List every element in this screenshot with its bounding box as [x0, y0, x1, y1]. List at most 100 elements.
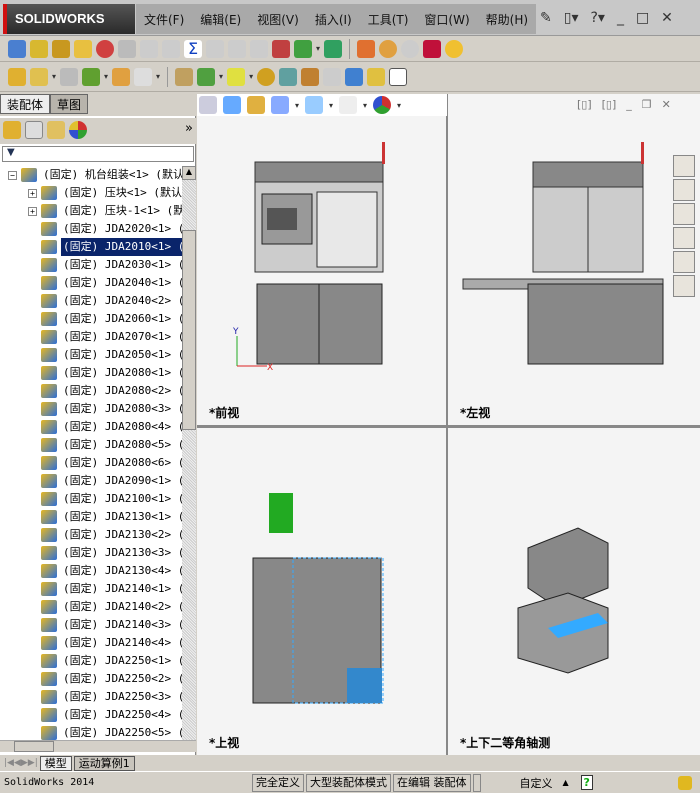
new-document-icon[interactable]: ▯▾	[564, 10, 579, 26]
new-part-icon[interactable]	[30, 67, 48, 86]
help-icon[interactable]: ?▾	[590, 10, 604, 26]
tree-item[interactable]: (固定) JDA2130<4> (	[0, 562, 182, 580]
menu-tools[interactable]: 工具(T)	[360, 11, 417, 28]
expand-toggle-icon[interactable]: +	[28, 188, 37, 198]
compare-icon[interactable]	[272, 39, 290, 58]
tab-motion-study[interactable]: 运动算例1	[73, 755, 135, 771]
tree-item[interactable]: (固定) JDA2250<5> (	[0, 724, 182, 740]
show-hidden-icon[interactable]	[175, 67, 194, 86]
expand-toggle-icon[interactable]: −	[8, 170, 17, 180]
tree-item[interactable]: (固定) JDA2040<1> (	[0, 274, 182, 292]
menu-file[interactable]: 文件(F)	[136, 11, 192, 28]
new-motion-study-icon[interactable]	[257, 67, 276, 86]
zoom-to-fit-icon[interactable]	[199, 96, 217, 114]
move-component-icon[interactable]	[134, 67, 153, 86]
color-icon[interactable]	[423, 39, 442, 58]
tree-item[interactable]: (固定) JDA2130<2> (	[0, 526, 182, 544]
close-button[interactable]: ✕	[661, 10, 673, 26]
tree-item[interactable]: (固定) JDA2030<1> (	[0, 256, 182, 274]
appearances-icon[interactable]	[673, 251, 695, 273]
tab-sketch[interactable]: 草图	[50, 94, 89, 114]
view-orientation-icon[interactable]	[271, 96, 289, 114]
viewport-restore-icon[interactable]: ❐	[642, 98, 652, 111]
mate-icon[interactable]	[60, 67, 79, 86]
tree-item[interactable]: (固定) JDA2100<1> (	[0, 490, 182, 508]
assembly-features-icon[interactable]	[197, 67, 216, 86]
tree-horizontal-scrollbar[interactable]	[0, 740, 196, 752]
bill-of-materials-icon[interactable]	[279, 67, 298, 86]
tree-item[interactable]: + (固定) 压块-1<1> (默	[0, 202, 182, 220]
update-speedpak-icon[interactable]	[367, 67, 386, 86]
expand-toggle-icon[interactable]: +	[28, 206, 37, 216]
tree-item[interactable]: (固定) JDA2250<3> (	[0, 688, 182, 706]
viewport-close-icon[interactable]: ✕	[662, 98, 671, 111]
viewport-isometric[interactable]: *上下二等角轴测	[448, 428, 700, 755]
property-manager-icon[interactable]	[25, 121, 43, 139]
check-entity-icon[interactable]	[294, 39, 312, 58]
mass-properties-icon[interactable]	[52, 39, 70, 58]
render-icon[interactable]	[445, 39, 464, 58]
tree-item[interactable]: (固定) JDA2130<3> (	[0, 544, 182, 562]
viewport-front[interactable]: Y X *前视	[197, 94, 446, 425]
analysis-icon[interactable]	[357, 39, 376, 58]
pin-icon[interactable]: ✎	[540, 10, 552, 26]
tree-item[interactable]: (固定) JDA2080<5> (	[0, 436, 182, 454]
tree-item[interactable]: (固定) JDA2080<4> (	[0, 418, 182, 436]
menu-help[interactable]: 帮助(H)	[478, 11, 536, 28]
tab-scroll-arrows[interactable]: |◀◀▶▶|	[4, 758, 38, 768]
tree-item[interactable]: (固定) JDA2040<2> (	[0, 292, 182, 310]
tree-item[interactable]: (固定) JDA2090<1> (	[0, 472, 182, 490]
spelling-icon[interactable]	[8, 39, 26, 58]
tree-item[interactable]: + (固定) 压块<1> (默认	[0, 184, 182, 202]
excel-icon[interactable]	[324, 39, 343, 58]
section-properties-icon[interactable]	[74, 39, 92, 58]
previous-view-icon[interactable]	[223, 96, 241, 114]
feature-manager-icon[interactable]	[3, 121, 21, 139]
view-palette-icon[interactable]	[673, 227, 695, 249]
tree-item[interactable]: (固定) JDA2250<2> (	[0, 670, 182, 688]
zebra-icon[interactable]	[379, 39, 398, 58]
appearance-icon[interactable]	[373, 96, 392, 114]
viewport-left[interactable]: *左视	[448, 94, 700, 425]
maximize-button[interactable]: □	[636, 10, 649, 26]
tree-vertical-scrollbar[interactable]: ▲	[182, 166, 196, 740]
snapshot-icon[interactable]	[389, 67, 408, 86]
menu-view[interactable]: 视图(V)	[249, 11, 307, 28]
display-style-icon[interactable]	[305, 96, 324, 114]
tree-item[interactable]: (固定) JDA2140<4> (	[0, 634, 182, 652]
filter-box[interactable]: ▼	[2, 146, 194, 162]
viewport-top[interactable]: *上视	[197, 428, 446, 755]
exploded-view-icon[interactable]	[301, 67, 320, 86]
menu-insert[interactable]: 插入(I)	[307, 11, 360, 28]
minimize-button[interactable]: _	[617, 10, 624, 26]
tree-item[interactable]: (固定) JDA2140<3> (	[0, 616, 182, 634]
tag-icon[interactable]	[678, 775, 692, 790]
menu-edit[interactable]: 编辑(E)	[192, 11, 249, 28]
tree-item[interactable]: (固定) JDA2130<1> (	[0, 508, 182, 526]
tree-item[interactable]: (固定) JDA2140<1> (	[0, 580, 182, 598]
tab-assembly[interactable]: 装配体	[0, 94, 51, 114]
tree-item[interactable]: (固定) JDA2250<1> (	[0, 652, 182, 670]
tree-item[interactable]: (固定) JDA2080<3> (	[0, 400, 182, 418]
menu-window[interactable]: 窗口(W)	[416, 11, 477, 28]
tree-item[interactable]: (固定) JDA2010<1> (	[0, 238, 182, 256]
tree-item[interactable]: (固定) JDA2020<1> (	[0, 220, 182, 238]
resources-icon[interactable]	[673, 155, 695, 177]
tree-item[interactable]: (固定) JDA2080<1> (	[0, 364, 182, 382]
tree-item[interactable]: (固定) JDA2250<4> (	[0, 706, 182, 724]
measure-icon[interactable]	[30, 39, 48, 58]
tree-item[interactable]: (固定) JDA2080<2> (	[0, 382, 182, 400]
insert-component-icon[interactable]	[8, 67, 26, 86]
graphics-area[interactable]: ▾ ▾ ▾ ▾ [▯] [▯] _ ❐ ✕ Y X *前视 *左视 *上视 *上…	[197, 94, 700, 755]
units-up-icon[interactable]: ▲	[563, 778, 569, 787]
tile-left-icon[interactable]: [▯]	[577, 98, 592, 111]
viewport-minimize-icon[interactable]: _	[626, 98, 632, 111]
tree-item[interactable]: (固定) JDA2050<1> (	[0, 346, 182, 364]
configuration-manager-icon[interactable]	[47, 121, 65, 139]
design-library-icon[interactable]	[673, 179, 695, 201]
reference-geometry-icon[interactable]	[227, 67, 246, 86]
tree-item[interactable]: − (固定) 机台组装<1> (默认	[0, 166, 182, 184]
help-status-icon[interactable]: ?	[580, 775, 593, 790]
tile-right-icon[interactable]: [▯]	[602, 98, 617, 111]
tree-item[interactable]: (固定) JDA2080<6> (	[0, 454, 182, 472]
